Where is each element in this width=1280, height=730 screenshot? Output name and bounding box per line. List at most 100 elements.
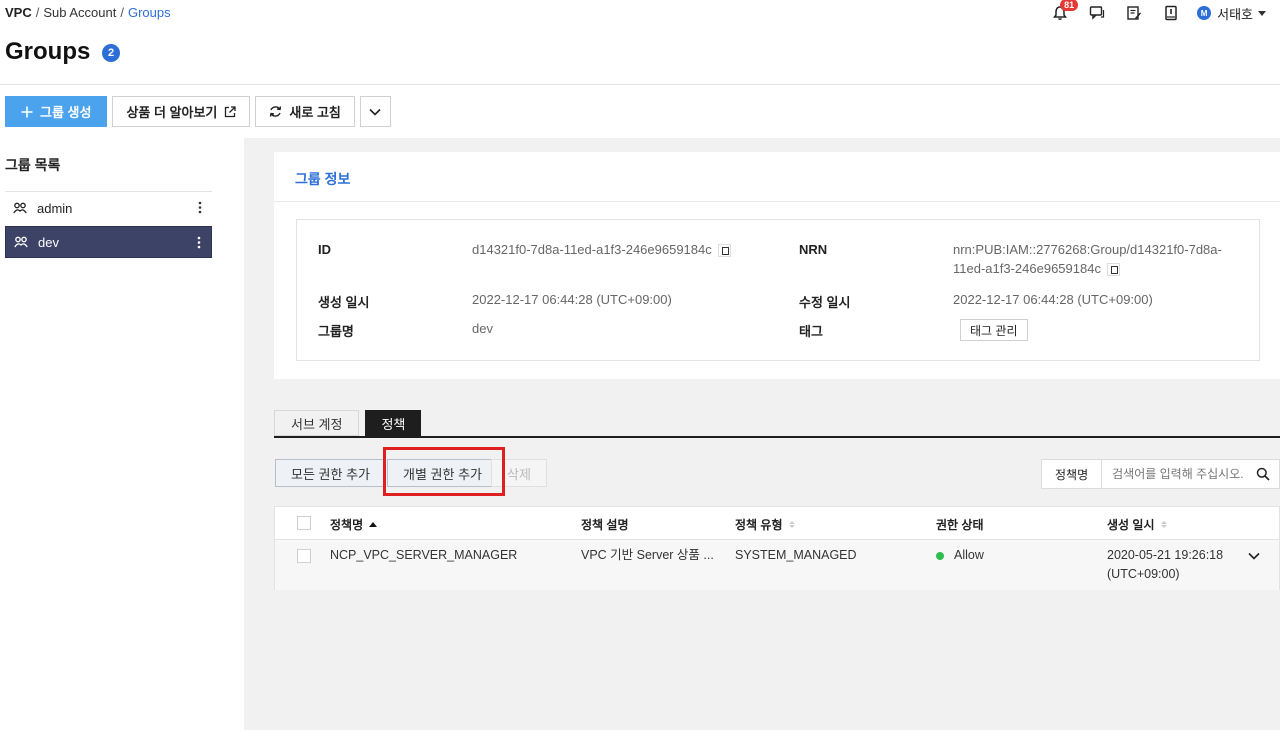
add-all-permissions-button[interactable]: 모든 권한 추가 — [275, 459, 386, 487]
page-title: Groups — [5, 38, 91, 65]
policy-search: 정책명 — [1041, 459, 1280, 489]
tag-label: 태그 — [799, 324, 823, 339]
caret-down-icon — [1258, 10, 1266, 16]
top-bar: VPC / Sub Account / Groups 81 M 서태호 — [0, 0, 1280, 26]
modified-label: 수정 일시 — [799, 295, 851, 310]
group-name-label: 그룹명 — [318, 324, 354, 339]
tab-sub-account[interactable]: 서브 계정 — [274, 410, 360, 436]
avatar: M — [1197, 6, 1212, 20]
tab-underline — [274, 436, 1280, 438]
cell-policy-description: VPC 기반 Server 상품 ... — [581, 548, 714, 562]
copy-icon[interactable] — [717, 244, 731, 258]
toolbar: 그룹 생성 상품 더 알아보기 새로 고침 — [5, 96, 391, 127]
search-input[interactable] — [1102, 467, 1253, 481]
user-menu[interactable]: M 서태호 — [1197, 4, 1266, 23]
nrn-value: nrn:PUB:IAM::2776268:Group/d14321f0-7d8a… — [953, 240, 1222, 278]
id-label: ID — [318, 242, 331, 257]
search-field-select[interactable]: 정책명 — [1042, 460, 1103, 488]
row-checkbox[interactable] — [297, 549, 311, 563]
plus-icon — [21, 106, 33, 117]
id-value: d14321f0-7d8a-11ed-a1f3-246e9659184c — [472, 240, 731, 259]
learn-more-button[interactable]: 상품 더 알아보기 — [112, 96, 251, 127]
learn-more-label: 상품 더 알아보기 — [126, 105, 218, 120]
kebab-menu-icon[interactable] — [198, 201, 202, 214]
policy-table: 정책명 정책 설명 정책 유형 권한 상태 생성 일시 NCP_VPC_SERV… — [274, 506, 1280, 590]
breadcrumb-sub-account[interactable]: Sub Account — [43, 5, 116, 20]
group-list-panel: 그룹 목록 admin dev — [0, 138, 244, 730]
user-name: 서태호 — [1217, 6, 1253, 22]
breadcrumb-groups[interactable]: Groups — [128, 5, 171, 20]
breadcrumb-separator: / — [35, 5, 40, 20]
group-item-admin[interactable]: admin — [5, 192, 212, 224]
header-actions: 81 M 서태호 — [1033, 0, 1280, 24]
memo-button[interactable] — [1124, 3, 1144, 23]
cell-permission-status: Allow — [936, 546, 984, 565]
group-info-title: 그룹 정보 — [295, 171, 351, 187]
tag-manage-button[interactable]: 태그 관리 — [960, 319, 1028, 341]
group-name: admin — [37, 200, 73, 216]
notification-badge: 81 — [1060, 0, 1079, 11]
create-group-label: 그룹 생성 — [40, 105, 92, 120]
sort-icon — [788, 521, 795, 528]
nrn-label: NRN — [799, 242, 828, 257]
cell-created: 2020-05-21 19:26:18 (UTC+09:00) — [1107, 546, 1223, 584]
status-text: Allow — [954, 548, 984, 562]
group-icon — [13, 202, 27, 214]
select-all-checkbox[interactable] — [297, 516, 311, 530]
chevron-down-icon — [369, 108, 381, 116]
header-label: 정책 설명 — [581, 518, 629, 532]
create-group-button[interactable]: 그룹 생성 — [5, 96, 108, 127]
table-row[interactable]: NCP_VPC_SERVER_MANAGER VPC 기반 Server 상품 … — [275, 540, 1279, 590]
table-header: 정책명 정책 설명 정책 유형 권한 상태 생성 일시 — [275, 507, 1279, 540]
chat-icon — [1089, 6, 1105, 20]
header-permission-status: 권한 상태 — [936, 516, 984, 533]
group-name: dev — [38, 234, 59, 250]
kebab-menu-icon[interactable] — [197, 236, 201, 249]
header-label: 권한 상태 — [936, 518, 984, 532]
group-icon — [14, 236, 28, 248]
header-policy-type[interactable]: 정책 유형 — [735, 516, 795, 533]
cell-policy-type: SYSTEM_MANAGED — [735, 548, 857, 562]
created-timezone: (UTC+09:00) — [1107, 567, 1180, 581]
refresh-icon — [270, 106, 282, 117]
breadcrumb-separator: / — [120, 5, 124, 20]
header-label: 정책명 — [330, 518, 364, 532]
breadcrumb-vpc[interactable]: VPC — [5, 5, 32, 20]
divider — [274, 201, 1280, 202]
header-label: 생성 일시 — [1107, 518, 1155, 532]
nrn-line-2: 11ed-a1f3-246e9659184c — [953, 261, 1101, 276]
edit-note-icon — [1127, 6, 1142, 20]
nrn-line-1: nrn:PUB:IAM::2776268:Group/d14321f0-7d8a… — [953, 242, 1222, 257]
id-text: d14321f0-7d8a-11ed-a1f3-246e9659184c — [472, 242, 712, 257]
header-created[interactable]: 생성 일시 — [1107, 516, 1167, 533]
group-count-badge: 2 — [102, 44, 120, 62]
sort-asc-icon — [369, 522, 378, 527]
notification-button[interactable]: 81 — [1050, 0, 1079, 23]
created-label: 생성 일시 — [318, 295, 370, 310]
more-actions-dropdown[interactable] — [359, 96, 391, 127]
group-info-card: 그룹 정보 ID d14321f0-7d8a-11ed-a1f3-246e965… — [274, 152, 1280, 379]
tabs: 서브 계정 정책 — [274, 410, 422, 436]
header-label: 정책 유형 — [735, 518, 783, 532]
copy-icon[interactable] — [1106, 263, 1120, 277]
divider — [0, 84, 1280, 85]
tab-policy[interactable]: 정책 — [365, 410, 422, 436]
book-icon — [1165, 5, 1177, 21]
search-icon[interactable] — [1256, 467, 1270, 481]
detail-panel: 그룹 정보 ID d14321f0-7d8a-11ed-a1f3-246e965… — [244, 138, 1280, 730]
modified-value: 2022-12-17 06:44:28 (UTC+09:00) — [953, 292, 1153, 307]
group-list-title: 그룹 목록 — [5, 157, 61, 173]
status-dot — [936, 551, 944, 560]
refresh-label: 새로 고침 — [289, 105, 341, 120]
refresh-button[interactable]: 새로 고침 — [255, 96, 355, 127]
cell-policy-name: NCP_VPC_SERVER_MANAGER — [330, 548, 518, 562]
group-item-dev[interactable]: dev — [5, 226, 212, 258]
group-info-box: ID d14321f0-7d8a-11ed-a1f3-246e9659184c … — [296, 219, 1260, 361]
chat-button[interactable] — [1087, 3, 1107, 23]
header-policy-name[interactable]: 정책명 — [330, 516, 378, 533]
breadcrumb: VPC / Sub Account / Groups — [5, 5, 171, 20]
guide-button[interactable] — [1161, 3, 1181, 23]
highlight-box — [383, 447, 505, 496]
expand-chevron-icon[interactable] — [1248, 552, 1260, 560]
created-date: 2020-05-21 19:26:18 — [1107, 548, 1224, 562]
